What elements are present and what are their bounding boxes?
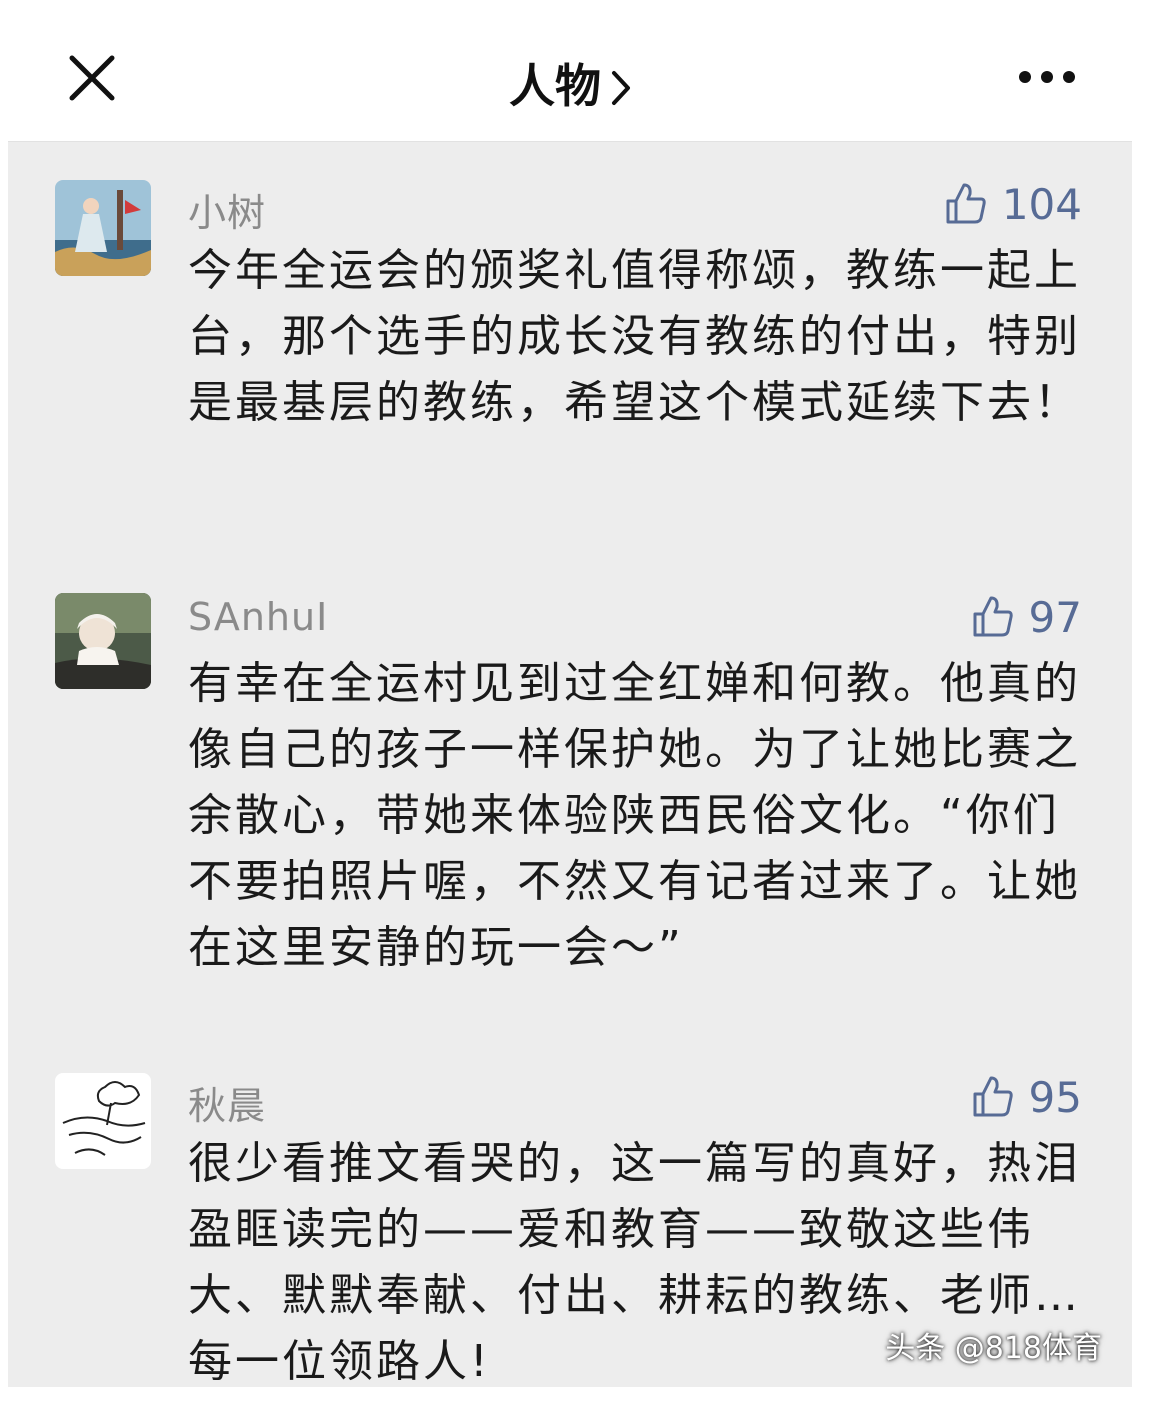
more-button[interactable] (1017, 62, 1077, 92)
avatar[interactable] (55, 1073, 151, 1169)
like-count: 95 (1028, 1072, 1082, 1122)
more-icon (1019, 71, 1075, 83)
top-bar: 人物 (8, 32, 1132, 142)
page-title: 人物 (509, 59, 601, 113)
source-watermark: 头条 @818体育 (885, 1331, 1102, 1366)
like-button[interactable]: 104 (944, 174, 1082, 234)
comment-text: 有幸在全运村见到过全红婵和何教。他真的像自己的孩子一样保护她。为了让她比赛之余散… (188, 658, 1081, 973)
like-count: 104 (1001, 179, 1082, 229)
thumbs-up-icon (946, 183, 986, 224)
comment-nickname[interactable]: 秋晨 (188, 1075, 266, 1130)
chevron-right-icon (611, 63, 631, 117)
avatar[interactable] (55, 593, 151, 689)
article-comments-screen: 人物 小树 104 今年全运会的颁奖礼值得称颂，教练一起上台，那个选手的成长没有… (8, 32, 1132, 1387)
comment-text: 今年全运会的颁奖礼值得称颂，教练一起上台，那个选手的成长没有教练的付出，特别是最… (188, 245, 1081, 428)
thumbs-up-icon (973, 596, 1013, 637)
comment-nickname[interactable]: SAnhuI (188, 595, 328, 639)
like-button[interactable]: 95 (971, 1067, 1082, 1127)
page-title-link[interactable]: 人物 (8, 50, 1132, 117)
like-button[interactable]: 97 (971, 587, 1082, 647)
thumbs-up-icon (973, 1076, 1013, 1117)
like-count: 97 (1028, 592, 1082, 642)
avatar[interactable] (55, 180, 151, 276)
comment-nickname[interactable]: 小树 (188, 182, 266, 237)
